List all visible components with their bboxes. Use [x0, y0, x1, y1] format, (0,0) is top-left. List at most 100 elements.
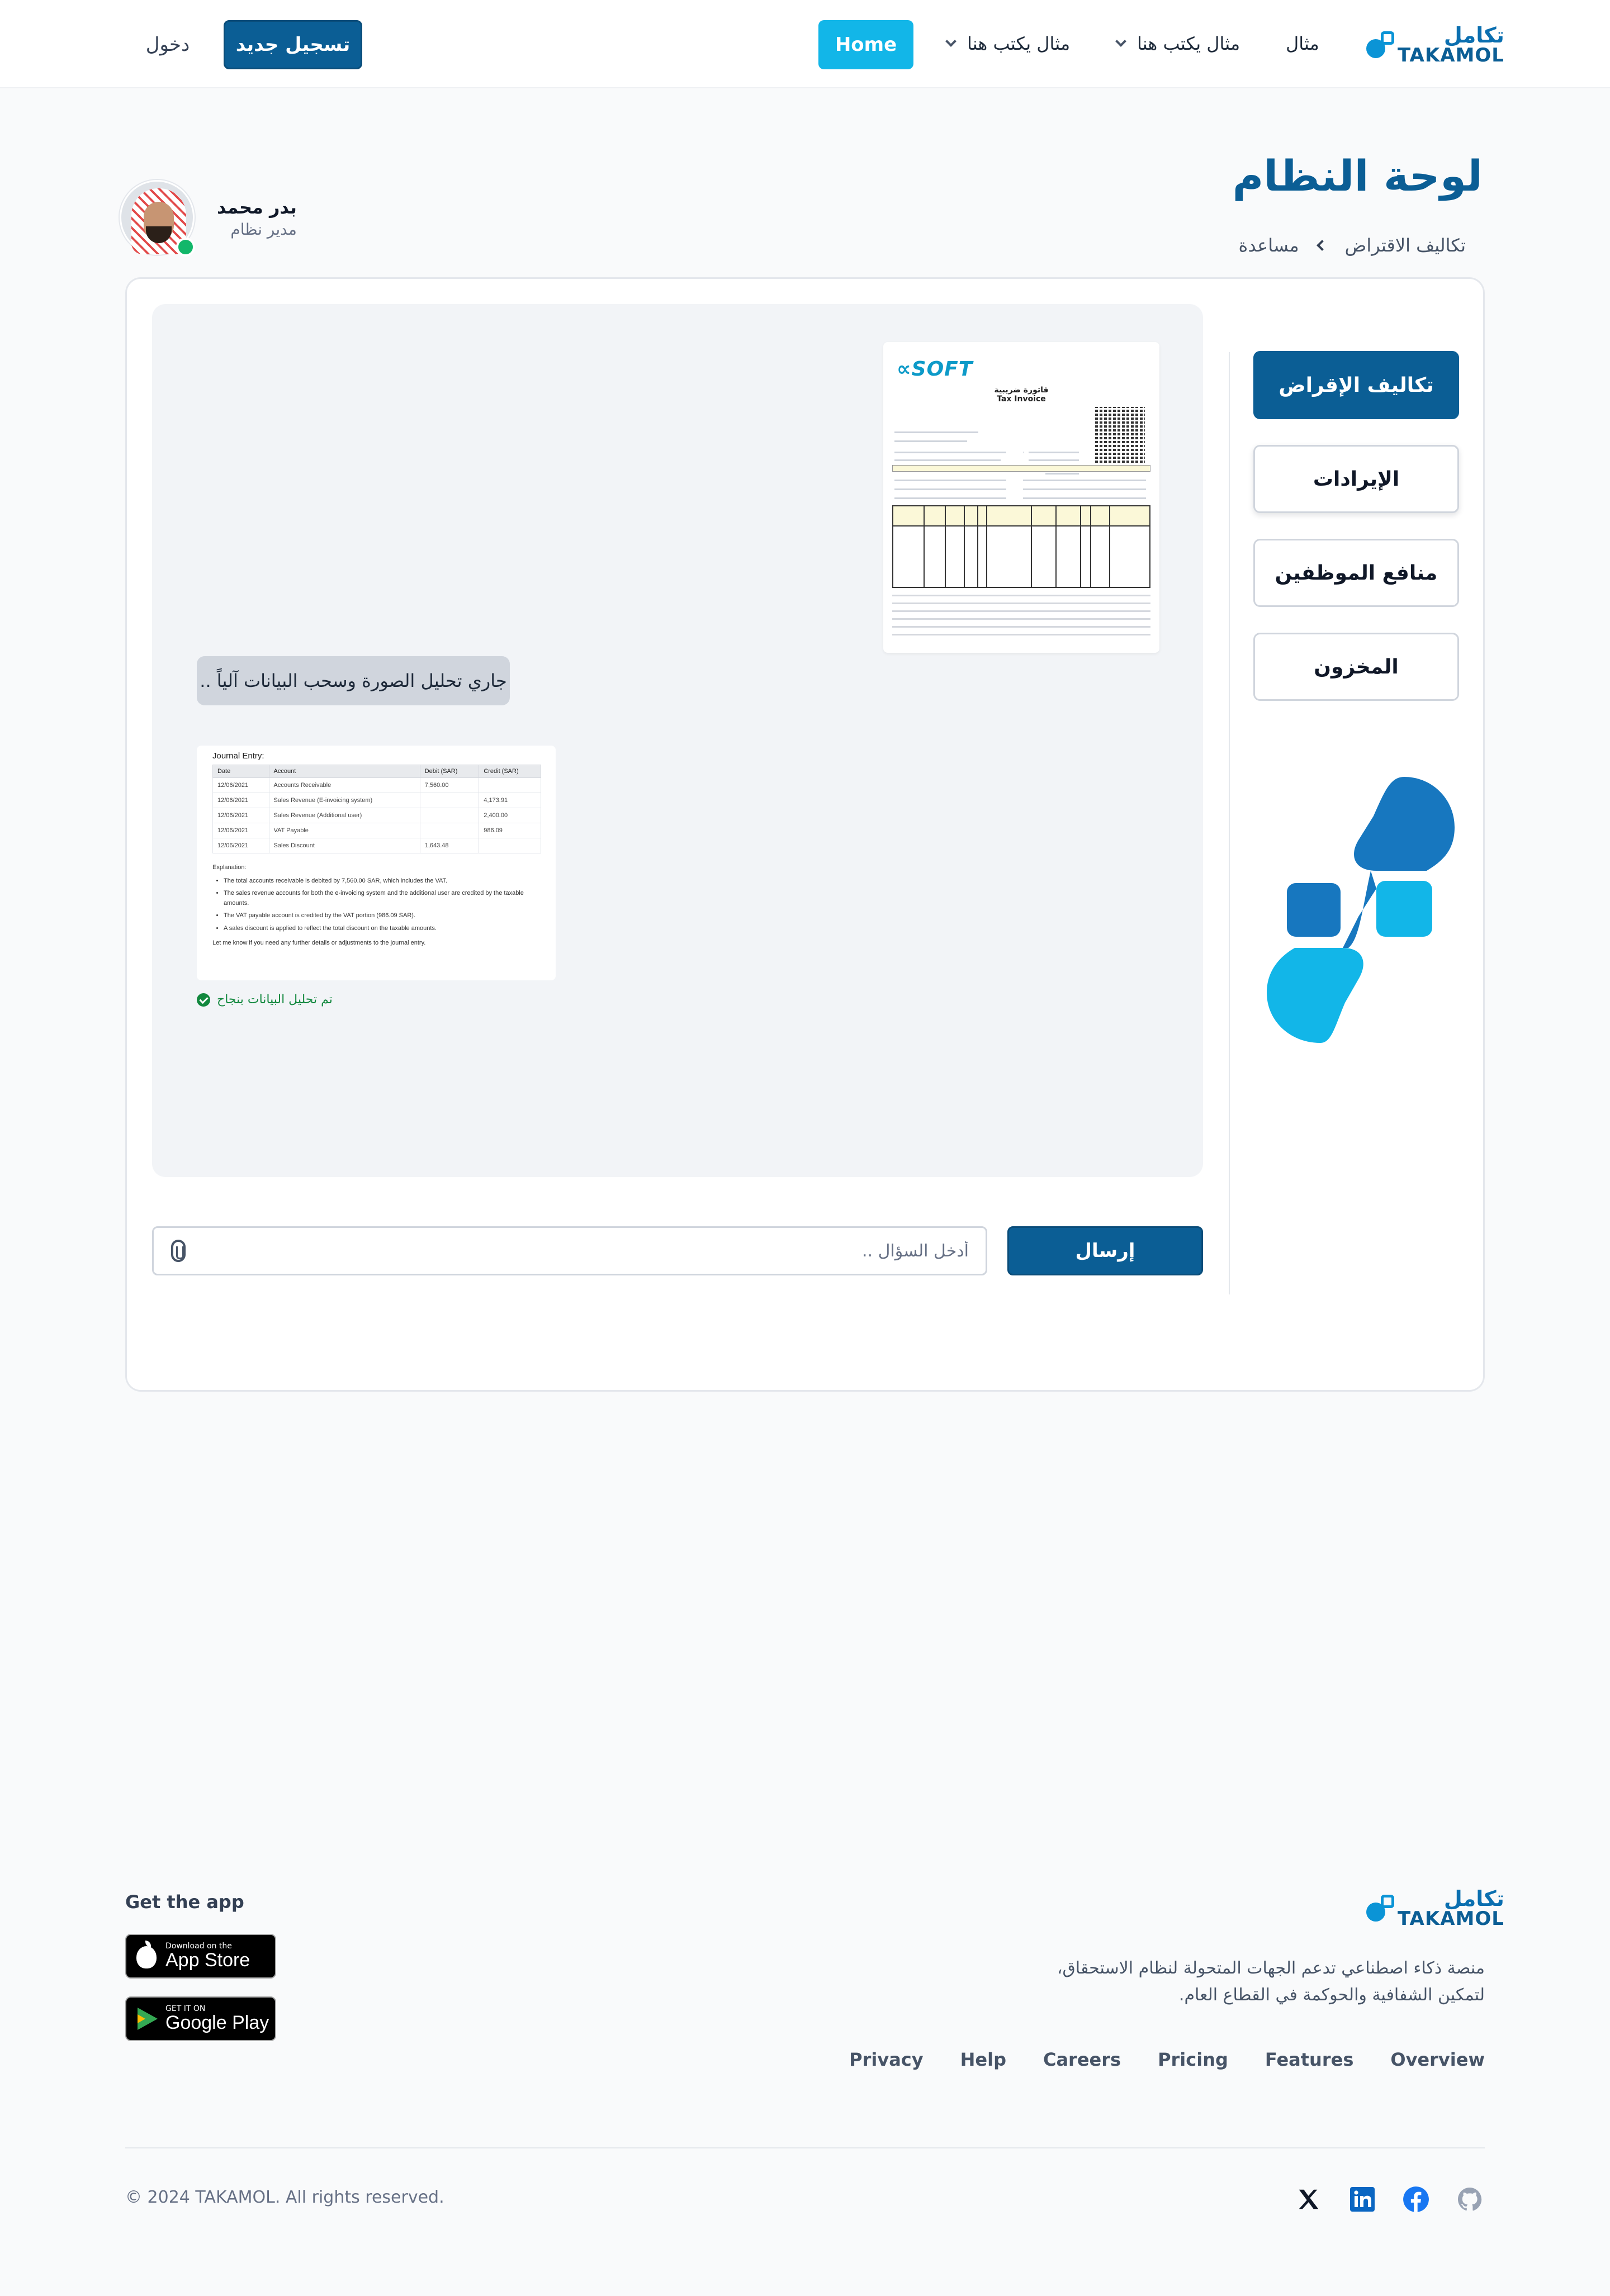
facebook-icon[interactable]	[1402, 2185, 1430, 2213]
analysis-status-text: تم تحليل البيانات بنجاح	[217, 993, 333, 1007]
check-circle-icon	[197, 993, 210, 1007]
register-button[interactable]: تسجيل جديد	[224, 20, 362, 69]
table-row: 12/06/2021 Sales Revenue (E-invoicing sy…	[212, 793, 541, 808]
journal-header-debit: Debit (SAR)	[419, 765, 480, 778]
table-row: 12/06/2021 VAT Payable 986.09	[212, 823, 541, 838]
takamol-brand-logo	[1267, 777, 1455, 1043]
cell-date: 12/06/2021	[212, 823, 269, 838]
copyright-text: © 2024 TAKAMOL. All rights reserved.	[125, 2188, 444, 2207]
question-input[interactable]	[152, 1226, 987, 1275]
footer-divider	[125, 2147, 1485, 2148]
user-name: بدر محمد	[217, 196, 297, 218]
cell-date: 12/06/2021	[212, 777, 269, 793]
logo-text-en: TAKAMOL	[1398, 44, 1504, 67]
cell-debit	[419, 823, 480, 838]
get-app-heading: Get the app	[125, 1891, 244, 1913]
breadcrumb-item-borrowing-costs[interactable]: تكاليف الاقتراض	[1345, 235, 1466, 256]
home-button[interactable]: Home	[818, 20, 913, 69]
table-row: 12/06/2021 Sales Discount 1,643.48	[212, 838, 541, 853]
appstore-big-text: App Store	[165, 1949, 250, 1971]
explanation-point: The sales revenue accounts for both the …	[224, 889, 542, 908]
x-icon[interactable]	[1295, 2185, 1323, 2213]
linkedin-icon[interactable]	[1348, 2185, 1376, 2213]
analysis-status: تم تحليل البيانات بنجاح	[197, 993, 333, 1007]
footer-link-help[interactable]: Help	[960, 2049, 1006, 2070]
login-button[interactable]: دخول	[134, 20, 201, 69]
apple-icon	[136, 1941, 157, 1968]
cell-credit	[479, 838, 541, 853]
journal-explanation: Explanation: The total accounts receivab…	[212, 863, 542, 948]
cell-credit	[479, 777, 541, 793]
cell-account: Sales Discount	[268, 838, 420, 853]
explanation-title: Explanation:	[212, 864, 247, 871]
journal-header-credit: Credit (SAR)	[479, 765, 541, 778]
footer-link-features[interactable]: Features	[1265, 2049, 1353, 2070]
journal-title: Journal Entry:	[212, 751, 264, 761]
table-row: 12/06/2021 Accounts Receivable 7,560.00	[212, 777, 541, 793]
footer-logo[interactable]: تكامل TAKAMOL	[1366, 1888, 1504, 1928]
cell-debit: 1,643.48	[419, 838, 480, 853]
cell-account: Sales Revenue (E-invoicing system)	[268, 793, 420, 808]
invoice-brand: ∝SOFT	[897, 358, 973, 381]
footer-link-careers[interactable]: Careers	[1043, 2049, 1121, 2070]
app-store-button[interactable]: Download on the App Store	[125, 1934, 276, 1979]
tab-borrowing-costs[interactable]: تكاليف الإقراض	[1253, 351, 1459, 419]
cell-account: Sales Revenue (Additional user)	[268, 808, 420, 823]
google-play-button[interactable]: GET IT ON Google Play	[125, 1996, 276, 2041]
footer-links: Privacy Help Careers Pricing Features Ov…	[849, 2049, 1485, 2070]
takamol-logo[interactable]: تكامل TAKAMOL	[1366, 25, 1504, 65]
breadcrumb-item-help[interactable]: مساعدة	[1239, 235, 1299, 256]
invoice-items-table	[892, 505, 1150, 588]
avatar	[120, 180, 195, 257]
sidebar-divider	[1229, 352, 1230, 1294]
cell-date: 12/06/2021	[212, 808, 269, 823]
tab-inventory[interactable]: المخزون	[1253, 633, 1459, 701]
journal-entry-result: Journal Entry: Date Account Debit (SAR) …	[197, 746, 556, 980]
user-profile[interactable]: بدر محمد مدير نظام	[120, 180, 297, 257]
cell-debit	[419, 793, 480, 808]
footer-link-privacy[interactable]: Privacy	[849, 2049, 923, 2070]
explanation-point: The VAT payable account is credited by t…	[224, 911, 542, 921]
tab-revenues[interactable]: الإيرادات	[1253, 445, 1459, 513]
cell-account: VAT Payable	[268, 823, 420, 838]
chevron-down-icon	[945, 36, 956, 47]
logo-mark-icon	[1366, 1895, 1394, 1922]
chevron-left-icon	[1316, 240, 1328, 251]
nav-item-label: مثال	[1286, 33, 1319, 54]
send-button[interactable]: إرسال	[1007, 1226, 1203, 1275]
explanation-point: The total accounts receivable is debited…	[224, 876, 542, 886]
processing-message-bubble: جاري تحليل الصورة وسحب البيانات آلياً ..	[197, 656, 510, 705]
cell-debit: 7,560.00	[419, 777, 480, 793]
play-big-text: Google Play	[165, 2012, 269, 2033]
journal-header-date: Date	[212, 765, 269, 778]
logo-mark-icon	[1366, 31, 1394, 58]
paperclip-icon[interactable]	[171, 1240, 186, 1262]
footer-description: منصة ذكاء اصطناعي تدعم الجهات المتحولة ل…	[1057, 1958, 1485, 2005]
github-icon[interactable]	[1456, 2185, 1484, 2213]
top-navbar: تكامل TAKAMOL مثال مثال يكتب هنا مثال يك…	[0, 0, 1610, 88]
logo-text-ar: تكامل	[1443, 23, 1504, 48]
invoice-title-en: Tax Invoice	[997, 395, 1046, 404]
table-row: 12/06/2021 Sales Revenue (Additional use…	[212, 808, 541, 823]
journal-table: Date Account Debit (SAR) Credit (SAR) 12…	[212, 765, 541, 853]
nav-dropdown-2[interactable]: مثال يكتب هنا	[945, 27, 1071, 60]
tab-employee-benefits[interactable]: منافع الموظفين	[1253, 539, 1459, 607]
journal-closing-note: Let me know if you need any further deta…	[212, 939, 426, 946]
logo-text-ar: تكامل	[1443, 1886, 1504, 1911]
cell-credit: 4,173.91	[479, 793, 541, 808]
nav-item-label: مثال يكتب هنا	[1137, 33, 1240, 54]
cell-credit: 2,400.00	[479, 808, 541, 823]
nav-dropdown-1[interactable]: مثال يكتب هنا	[1115, 27, 1240, 60]
footer-link-overview[interactable]: Overview	[1390, 2049, 1485, 2070]
nav-item-example[interactable]: مثال	[1286, 27, 1319, 60]
user-role: مدير نظام	[230, 220, 297, 239]
invoice-title-ar: فاتورة ضريبية	[994, 386, 1049, 395]
cell-credit: 986.09	[479, 823, 541, 838]
cell-date: 12/06/2021	[212, 838, 269, 853]
uploaded-invoice-image[interactable]: ∝SOFT فاتورة ضريبية Tax Invoice	[883, 342, 1159, 653]
footer-link-pricing[interactable]: Pricing	[1158, 2049, 1228, 2070]
breadcrumb: تكاليف الاقتراض مساعدة	[1239, 235, 1466, 256]
cell-date: 12/06/2021	[212, 793, 269, 808]
chevron-down-icon	[1115, 36, 1126, 47]
nav-item-label: مثال يكتب هنا	[967, 33, 1071, 54]
